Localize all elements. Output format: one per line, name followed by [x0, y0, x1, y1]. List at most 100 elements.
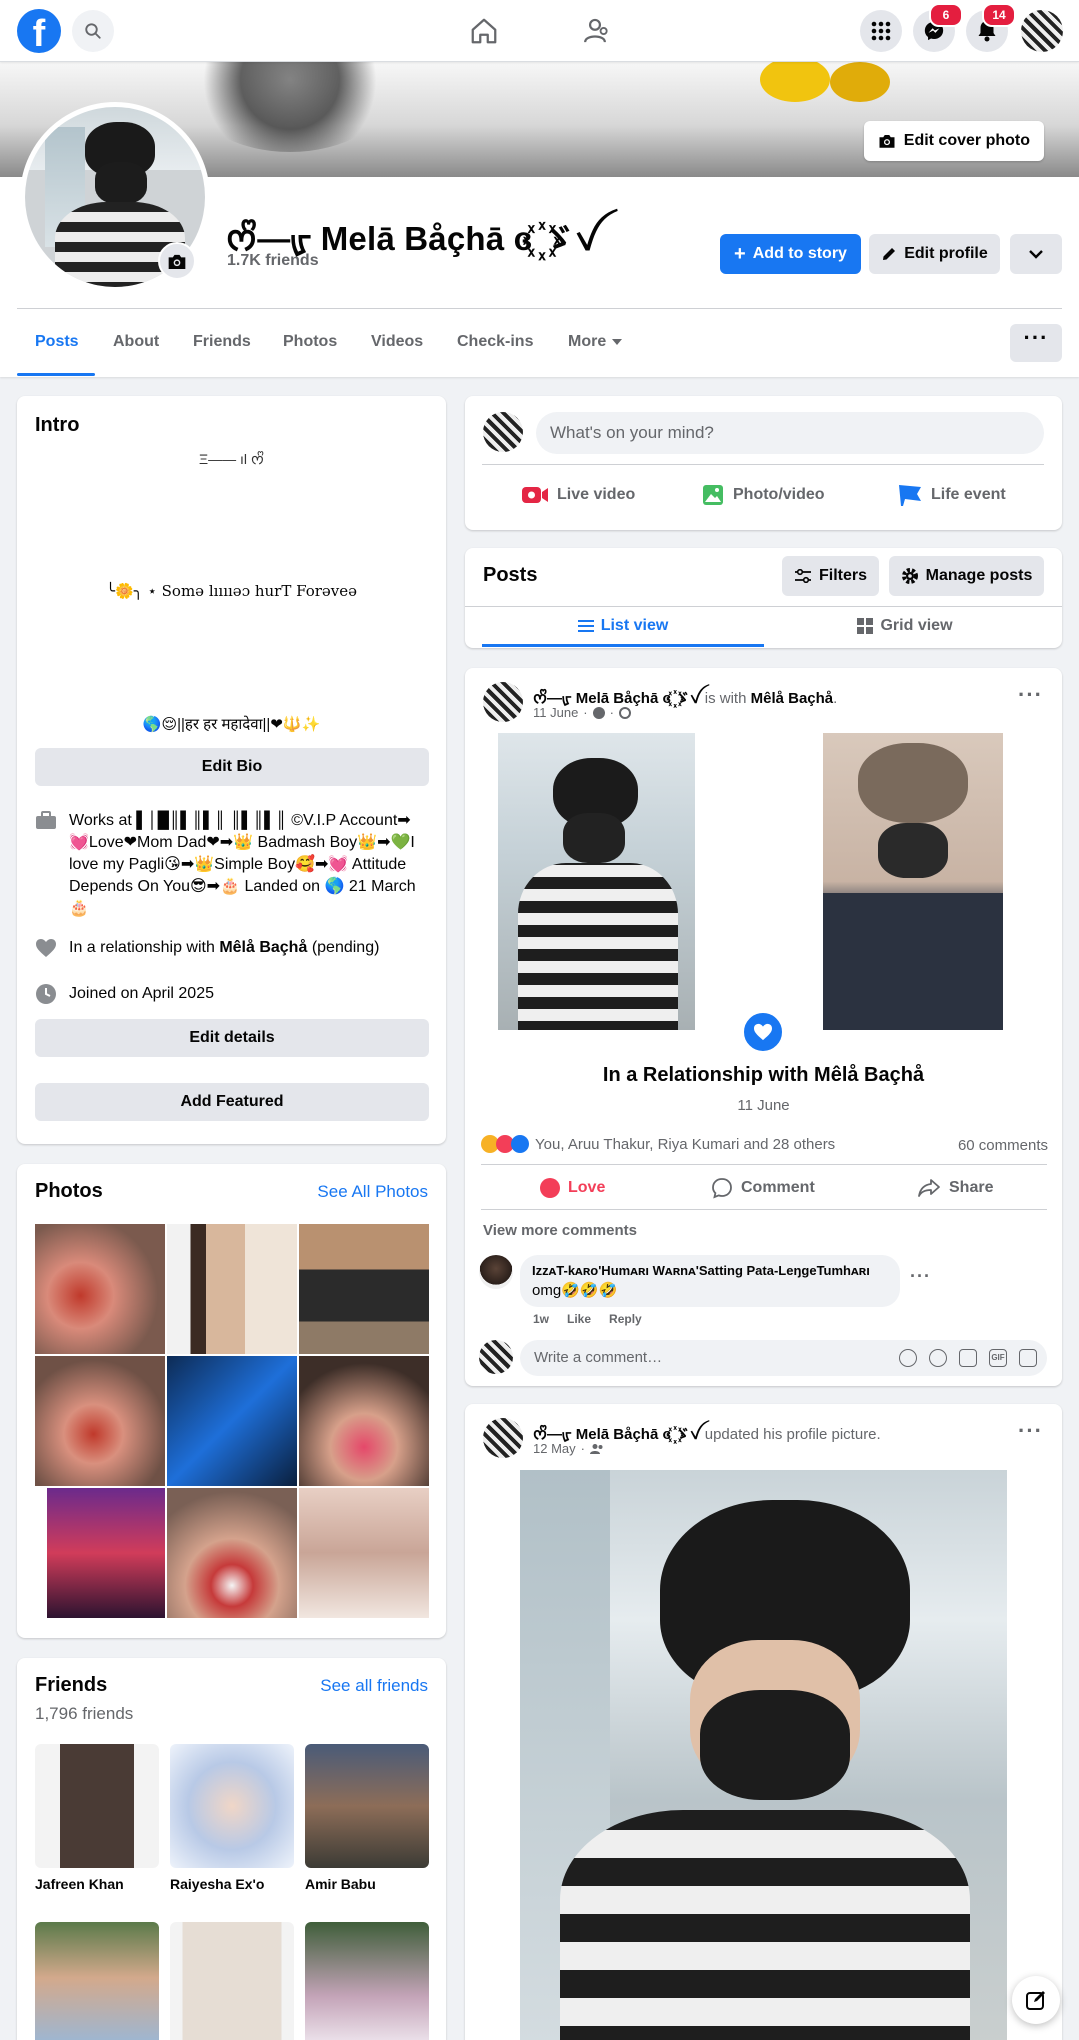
- comment-author[interactable]: IzzᴀT-kᴀʀo'Humᴀʀı Wᴀʀnᴀ'Satting Pata-Leŋ…: [532, 1263, 888, 1278]
- photo-thumbnail[interactable]: [35, 1356, 165, 1486]
- comment-label: Comment: [741, 1179, 815, 1196]
- more-dots-icon: ···: [1023, 325, 1049, 350]
- post-date[interactable]: 12 May: [533, 1441, 576, 1456]
- friend-card[interactable]: [170, 1922, 294, 2040]
- tab-about[interactable]: About: [113, 333, 159, 351]
- post-author-avatar[interactable]: [483, 1418, 523, 1458]
- friend-card[interactable]: Jafreen Khan: [35, 1744, 159, 1892]
- comment-button[interactable]: Comment: [711, 1167, 815, 1209]
- comment-like-link[interactable]: Like: [567, 1312, 591, 1326]
- comment-time[interactable]: 1w: [533, 1312, 549, 1326]
- post-author-avatar[interactable]: [483, 682, 523, 722]
- emoji-icon[interactable]: [929, 1349, 947, 1367]
- love-button[interactable]: Love: [540, 1167, 605, 1209]
- edit-profile-button[interactable]: Edit profile: [869, 234, 1000, 274]
- post-options-button[interactable]: ···: [1018, 682, 1043, 708]
- post-photo[interactable]: [498, 733, 695, 1030]
- tab-videos[interactable]: Videos: [371, 333, 423, 351]
- friend-card[interactable]: [305, 1922, 429, 2040]
- photo-thumbnail[interactable]: [167, 1488, 297, 1618]
- avatar-sticker-icon[interactable]: [899, 1349, 917, 1367]
- friends-card: Friends See all friends 1,796 friends Ja…: [17, 1658, 446, 2040]
- friend-photo: [170, 1922, 294, 2040]
- new-message-button[interactable]: [1012, 1976, 1060, 2024]
- see-all-friends-link[interactable]: See all friends: [320, 1676, 428, 1696]
- share-button[interactable]: Share: [917, 1167, 993, 1209]
- grid-view-tab[interactable]: Grid view: [764, 607, 1046, 645]
- facebook-logo-icon[interactable]: f: [17, 9, 61, 53]
- list-view-tab[interactable]: List view: [482, 607, 764, 645]
- more-options-button[interactable]: ···: [1010, 324, 1062, 362]
- friend-card[interactable]: [35, 1922, 159, 2040]
- cover-decoration: [760, 62, 830, 102]
- view-more-comments-link[interactable]: View more comments: [483, 1222, 637, 1239]
- commenter-avatar[interactable]: [479, 1255, 513, 1289]
- list-view-label: List view: [600, 617, 669, 634]
- profile-friends-count[interactable]: 1.7K friends: [227, 252, 319, 270]
- see-all-photos-link[interactable]: See All Photos: [317, 1182, 428, 1202]
- tab-more[interactable]: More: [568, 333, 623, 351]
- update-profile-picture-button[interactable]: [158, 242, 196, 280]
- photos-title: Photos: [35, 1180, 103, 1202]
- relationship-partner-link[interactable]: Mêlå Baçhå: [219, 939, 307, 956]
- write-comment-placeholder: Write a comment…: [534, 1349, 663, 1366]
- edit-bio-button[interactable]: Edit Bio: [35, 748, 429, 786]
- tab-friends[interactable]: Friends: [193, 333, 251, 351]
- tab-posts[interactable]: Posts: [35, 333, 79, 351]
- post-date[interactable]: 11 June: [533, 705, 578, 720]
- photo-video-button[interactable]: Photo/video: [701, 480, 825, 510]
- add-story-label: Add to story: [752, 245, 847, 262]
- comment-options-button[interactable]: ···: [910, 1266, 931, 1287]
- profile-picture-post-image[interactable]: [520, 1470, 1007, 2040]
- photo-thumbnail[interactable]: [299, 1488, 429, 1618]
- divider: [482, 464, 1044, 465]
- notifications-button[interactable]: 14: [966, 3, 1016, 52]
- search-button[interactable]: [72, 10, 114, 52]
- friends-tab[interactable]: [575, 14, 615, 48]
- reactions-summary[interactable]: You, Aruu Thakur, Riya Kumari and 28 oth…: [481, 1135, 835, 1153]
- photo-thumbnail[interactable]: [35, 1488, 165, 1618]
- edit-details-button[interactable]: Edit details: [35, 1019, 429, 1057]
- sticker-icon[interactable]: [1019, 1349, 1037, 1367]
- grid-icon: [857, 618, 874, 634]
- add-featured-button[interactable]: Add Featured: [35, 1083, 429, 1121]
- messenger-button[interactable]: 6: [913, 3, 963, 52]
- friend-card[interactable]: Raiyesha Ex'o: [170, 1744, 294, 1892]
- manage-posts-button[interactable]: Manage posts: [889, 556, 1044, 596]
- tab-photos[interactable]: Photos: [283, 333, 337, 351]
- live-video-button[interactable]: Live video: [521, 480, 635, 510]
- camera-icon: [879, 135, 895, 148]
- post-photo[interactable]: [823, 733, 1003, 1030]
- composer-avatar[interactable]: [483, 412, 523, 452]
- profile-more-dropdown[interactable]: [1010, 234, 1062, 274]
- photo-thumbnail[interactable]: [167, 1224, 297, 1354]
- photo-thumbnail[interactable]: [299, 1356, 429, 1486]
- tab-check-ins[interactable]: Check-ins: [457, 333, 533, 351]
- clock-icon: [592, 706, 605, 719]
- comment-reply-link[interactable]: Reply: [609, 1312, 642, 1326]
- comments-count[interactable]: 60 comments: [958, 1137, 1048, 1154]
- edit-cover-photo-button[interactable]: Edit cover photo: [863, 121, 1044, 161]
- photo-thumbnail[interactable]: [299, 1224, 429, 1354]
- add-to-story-button[interactable]: + Add to story: [720, 234, 861, 274]
- tagged-person-link[interactable]: Mêlå Baçhå: [751, 690, 834, 707]
- write-comment-input[interactable]: Write a comment… GIF: [520, 1340, 1047, 1376]
- account-avatar[interactable]: [1021, 10, 1063, 52]
- photo-thumbnail[interactable]: [35, 1224, 165, 1354]
- home-tab[interactable]: [464, 14, 504, 48]
- filters-button[interactable]: Filters: [782, 556, 879, 596]
- comment-icon: [712, 1178, 732, 1199]
- my-avatar[interactable]: [479, 1340, 513, 1374]
- photo-thumbnail[interactable]: [167, 1356, 297, 1486]
- friend-card[interactable]: Amir Babu: [305, 1744, 429, 1892]
- post-options-button[interactable]: ···: [1018, 1418, 1043, 1444]
- life-event-button[interactable]: Life event: [897, 480, 1006, 510]
- post-composer: What's on your mind? Live video Photo/vi…: [465, 396, 1062, 530]
- photo-video-label: Photo/video: [733, 486, 825, 503]
- reactions-text: You, Aruu Thakur, Riya Kumari and 28 oth…: [535, 1135, 836, 1153]
- gif-icon[interactable]: GIF: [989, 1349, 1007, 1367]
- relationship-heart-icon: [741, 1010, 785, 1054]
- menu-button[interactable]: [860, 10, 902, 52]
- camera-icon[interactable]: [959, 1349, 977, 1367]
- whats-on-your-mind-input[interactable]: What's on your mind?: [536, 412, 1044, 454]
